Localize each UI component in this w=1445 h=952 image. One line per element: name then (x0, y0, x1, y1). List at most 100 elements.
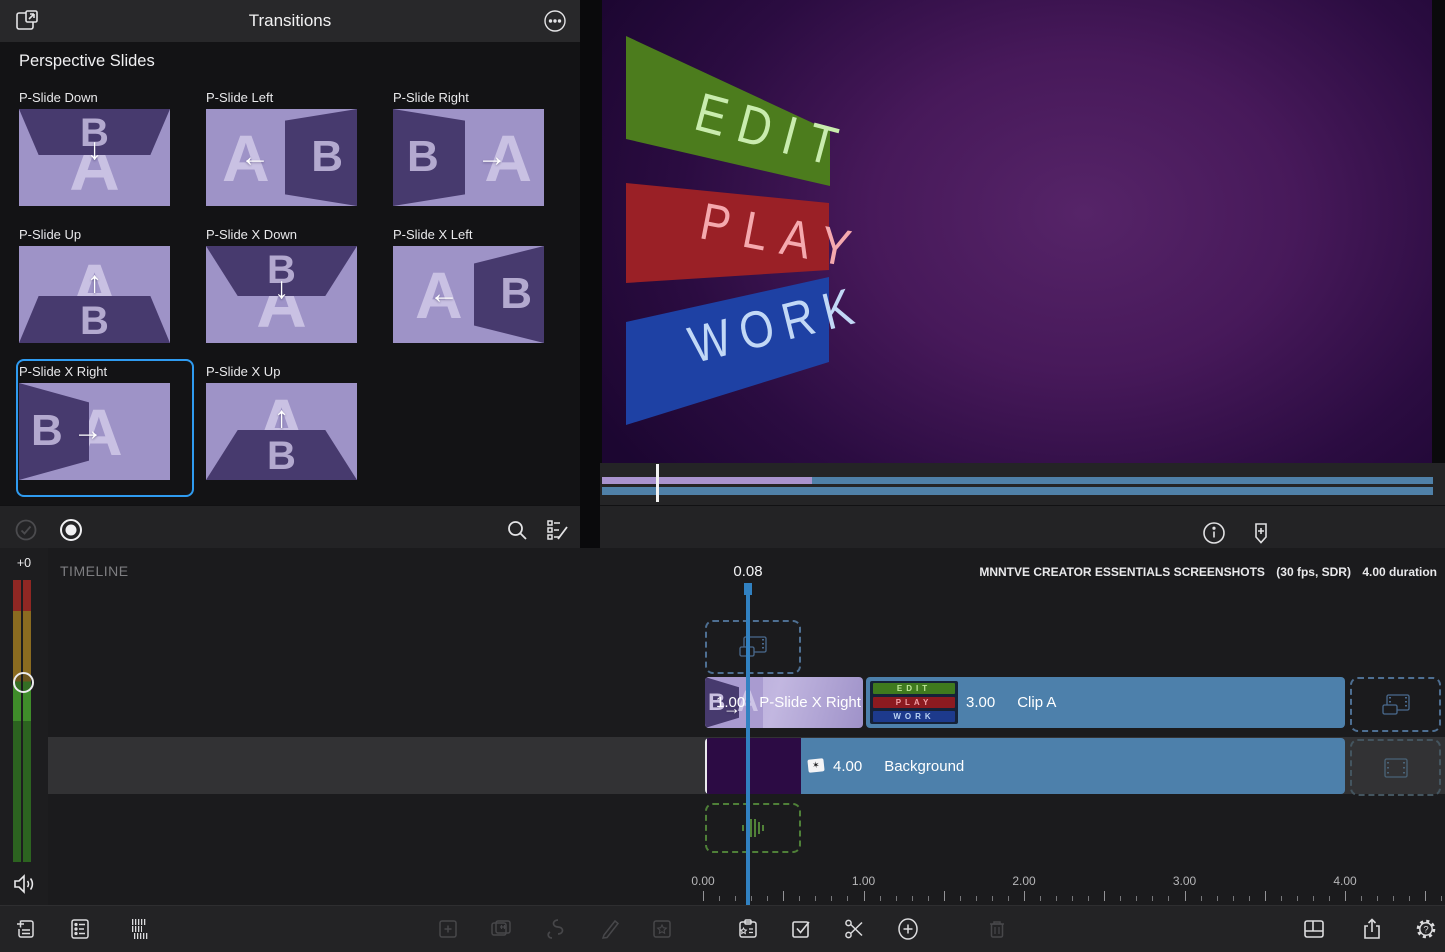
thumb-play-text: PLAY (896, 699, 933, 707)
volume-knob[interactable] (13, 672, 34, 693)
audio-track-placeholder[interactable] (705, 803, 801, 853)
ruler-tick (735, 896, 736, 901)
video-preview[interactable]: EDIT PLAY WORK (602, 0, 1432, 463)
transition-name: P-Slide X Right (759, 694, 861, 711)
split-scissors-icon[interactable] (841, 916, 867, 942)
background-clip-thumbnail (705, 738, 801, 794)
ruler-tick (1393, 896, 1394, 901)
transition-item[interactable]: P-Slide Left A B ← (206, 90, 357, 206)
section-title: Perspective Slides (19, 52, 155, 71)
background-track-append-placeholder[interactable] (1350, 739, 1441, 796)
preview-scrubber[interactable] (600, 463, 1445, 505)
share-export-icon[interactable] (1359, 916, 1385, 942)
ruler-tick (1185, 891, 1186, 901)
clip-info-icon[interactable] (1200, 519, 1228, 547)
ruler-tick (1345, 891, 1346, 901)
transition-item[interactable]: P-Slide X Up A B ↑ (206, 364, 357, 480)
ruler-tick (880, 896, 881, 901)
background-clip[interactable]: ✶ 4.00 Background (705, 738, 1345, 794)
ruler-tick (1329, 896, 1330, 901)
transition-grid: P-Slide Down A B ↓ P-Slide Left A B ← P-… (19, 90, 544, 480)
ruler-tick (1377, 896, 1378, 901)
project-format: (30 fps, SDR) (1276, 565, 1351, 579)
bottom-toolbar: ? (0, 905, 1445, 952)
ruler-tick (912, 896, 913, 901)
add-marker-icon[interactable] (1247, 519, 1275, 547)
ruler-tick (703, 891, 704, 901)
time-ruler[interactable]: 0.001.002.003.004.00 (0, 872, 1445, 905)
ruler-tick (1409, 896, 1410, 901)
ruler-tick (1217, 896, 1218, 901)
transition-item-thumbnail: A B ↓ (206, 246, 357, 343)
incoming-letter: B (311, 135, 343, 179)
record-preview-button[interactable] (59, 518, 83, 542)
transition-item-thumbnail: A B ← (206, 109, 357, 206)
transition-item-label: P-Slide Down (19, 90, 170, 105)
audio-waveform-icon (735, 817, 771, 839)
main-track-append-placeholder[interactable] (1350, 677, 1441, 732)
panel-divider (580, 0, 600, 548)
source-viewer-icon[interactable] (127, 916, 153, 942)
overwrite-clip-icon[interactable] (488, 916, 514, 942)
ruler-tick (1056, 896, 1057, 901)
confirm-check-icon[interactable] (14, 518, 38, 542)
thumb-edit-text: EDIT (897, 685, 931, 693)
settings-help-icon[interactable]: ? (1413, 916, 1439, 942)
edit-pencil-icon[interactable] (597, 916, 623, 942)
transition-item[interactable]: P-Slide X Down A B ↓ (206, 227, 357, 343)
clip-list-icon[interactable] (67, 916, 93, 942)
transition-duration: 1.00 (716, 694, 745, 711)
ruler-label: 0.00 (691, 874, 714, 888)
svg-text:?: ? (1423, 925, 1428, 936)
preview-area: EDIT PLAY WORK (600, 0, 1445, 463)
ruler-label: 2.00 (1012, 874, 1035, 888)
transition-item[interactable]: P-Slide Right A B → (393, 90, 544, 206)
transition-item-thumbnail: A B ↑ (19, 246, 170, 343)
project-info: MNNTVE CREATOR ESSENTIALS SCREENSHOTS (3… (971, 565, 1437, 579)
ruler-label: 3.00 (1173, 874, 1196, 888)
delete-trash-icon[interactable] (984, 916, 1010, 942)
ruler-tick (1249, 896, 1250, 901)
add-clip-icon[interactable] (895, 916, 921, 942)
direction-arrow-icon: ↑ (87, 268, 102, 298)
display-options-icon[interactable] (545, 518, 569, 542)
project-name: MNNTVE CREATOR ESSENTIALS SCREENSHOTS (979, 565, 1265, 579)
main-clip[interactable]: EDIT PLAY WORK 3.00 Clip A (866, 677, 1345, 728)
main-clip-duration: 3.00 (966, 694, 995, 711)
ruler-tick (1088, 896, 1089, 901)
direction-arrow-icon: → (73, 416, 103, 446)
scrubber-track-top (602, 477, 1433, 484)
transition-item[interactable]: P-Slide X Right A B → (19, 364, 170, 480)
add-media-icon[interactable] (13, 916, 39, 942)
favorite-preset-icon[interactable] (649, 916, 675, 942)
scrubber-track-bottom (602, 487, 1433, 495)
timeline: +0 TIMELINE 0.08 MNNTVE CREATOR ESSENTIA… (0, 548, 1445, 905)
incoming-panel (19, 383, 89, 480)
scrubber-playhead[interactable] (656, 464, 659, 502)
ruler-tick (1104, 891, 1105, 901)
select-clips-icon[interactable] (788, 916, 814, 942)
playhead-position: 0.08 (733, 563, 762, 580)
audio-meter-right (23, 580, 31, 862)
ruler-tick (1201, 896, 1202, 901)
main-clip-thumbnail: EDIT PLAY WORK (870, 681, 958, 724)
transition-clip[interactable]: B A → 1.00 P-Slide X Right (705, 677, 863, 728)
transition-item-label: P-Slide Left (206, 90, 357, 105)
overlay-track-placeholder[interactable] (705, 620, 801, 674)
preset-clipboard-icon[interactable] (735, 916, 761, 942)
library-more-icon[interactable] (542, 8, 568, 34)
timeline-playhead[interactable] (746, 585, 750, 905)
ruler-tick (1136, 896, 1137, 901)
ruler-tick (1281, 896, 1282, 901)
layout-panels-icon[interactable] (1301, 916, 1327, 942)
search-icon[interactable] (505, 518, 529, 542)
transition-item[interactable]: P-Slide Down A B ↓ (19, 90, 170, 206)
transition-item-thumbnail: A B → (19, 383, 170, 480)
ruler-tick (1120, 896, 1121, 901)
gain-label: +0 (0, 556, 48, 570)
link-clips-icon[interactable] (542, 916, 568, 942)
transition-item-thumbnail: A B ↓ (19, 109, 170, 206)
transition-item[interactable]: P-Slide X Left A B ← (393, 227, 544, 343)
insert-clip-icon[interactable] (435, 916, 461, 942)
transition-item[interactable]: P-Slide Up A B ↑ (19, 227, 170, 343)
